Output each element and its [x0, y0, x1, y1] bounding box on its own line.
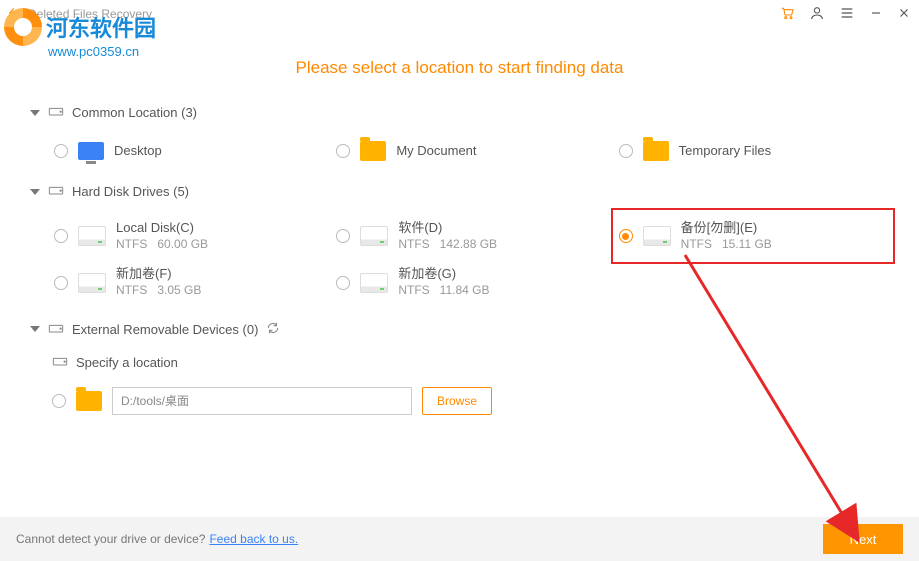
radio-button[interactable]	[619, 229, 633, 243]
item-subtext: NTFS60.00 GB	[116, 237, 208, 253]
refresh-icon[interactable]	[266, 321, 280, 338]
drive-icon	[48, 321, 64, 338]
item-label: 新加卷(F)	[116, 266, 201, 283]
item-subtext: NTFS3.05 GB	[116, 283, 201, 299]
drive-software-d[interactable]: 软件(D) NTFS142.88 GB	[334, 216, 606, 256]
drive-local-disk-c[interactable]: Local Disk(C) NTFS60.00 GB	[52, 216, 324, 256]
drive-icon	[52, 354, 68, 371]
caret-down-icon	[30, 110, 40, 116]
section-label: Common Location (3)	[72, 105, 197, 120]
location-my-document[interactable]: My Document	[334, 137, 606, 165]
item-label: 备份[勿删](E)	[681, 220, 772, 237]
item-label: 新加卷(G)	[398, 266, 489, 283]
radio-button[interactable]	[52, 394, 66, 408]
section-hard-disk-drives[interactable]: Hard Disk Drives (5)	[30, 175, 889, 208]
drive-backup-e[interactable]: 备份[勿删](E) NTFS15.11 GB	[611, 208, 895, 264]
disk-icon	[360, 226, 388, 246]
section-common-location[interactable]: Common Location (3)	[30, 96, 889, 129]
section-external-devices[interactable]: External Removable Devices (0)	[30, 313, 889, 346]
disk-icon	[360, 273, 388, 293]
minimize-icon[interactable]	[869, 6, 883, 23]
radio-button[interactable]	[336, 144, 350, 158]
folder-icon	[76, 391, 102, 411]
radio-button[interactable]	[54, 276, 68, 290]
location-desktop[interactable]: Desktop	[52, 137, 324, 165]
item-label: Local Disk(C)	[116, 220, 208, 237]
window-title: Deleted Files Recovery	[28, 7, 152, 21]
disk-icon	[643, 226, 671, 246]
feedback-link[interactable]: Feed back to us.	[209, 532, 298, 546]
disk-icon	[78, 226, 106, 246]
menu-icon[interactable]	[839, 5, 855, 24]
drive-volume-g[interactable]: 新加卷(G) NTFS11.84 GB	[334, 262, 606, 302]
cart-icon[interactable]	[779, 5, 795, 24]
browse-button[interactable]: Browse	[422, 387, 492, 415]
item-label: Temporary Files	[679, 143, 771, 160]
footer-bar: Cannot detect your drive or device? Feed…	[0, 517, 919, 561]
item-label: Desktop	[114, 143, 162, 160]
item-subtext: NTFS11.84 GB	[398, 283, 489, 299]
caret-down-icon	[30, 189, 40, 195]
close-icon[interactable]	[897, 6, 911, 23]
footer-text: Cannot detect your drive or device?	[16, 532, 205, 546]
folder-icon	[643, 141, 669, 161]
caret-down-icon	[30, 326, 40, 332]
watermark-url: www.pc0359.cn	[48, 44, 156, 59]
radio-button[interactable]	[54, 144, 68, 158]
monitor-icon	[78, 142, 104, 160]
item-label: 软件(D)	[398, 220, 497, 237]
radio-button[interactable]	[619, 144, 633, 158]
item-label: My Document	[396, 143, 476, 160]
titlebar: Deleted Files Recovery	[0, 0, 919, 28]
drive-icon	[48, 183, 64, 200]
path-input[interactable]	[112, 387, 412, 415]
user-icon[interactable]	[809, 5, 825, 24]
item-subtext: NTFS15.11 GB	[681, 237, 772, 253]
item-subtext: NTFS142.88 GB	[398, 237, 497, 253]
section-label: External Removable Devices (0)	[72, 322, 258, 337]
drive-icon	[48, 104, 64, 121]
disk-icon	[78, 273, 106, 293]
folder-icon	[360, 141, 386, 161]
radio-button[interactable]	[336, 276, 350, 290]
drive-volume-f[interactable]: 新加卷(F) NTFS3.05 GB	[52, 262, 324, 302]
radio-button[interactable]	[336, 229, 350, 243]
section-label: Hard Disk Drives (5)	[72, 184, 189, 199]
section-specify-location: Specify a location	[30, 346, 889, 379]
back-icon[interactable]	[8, 6, 22, 23]
location-temp-files[interactable]: Temporary Files	[617, 137, 889, 165]
page-headline: Please select a location to start findin…	[0, 58, 919, 78]
next-button[interactable]: Next	[823, 524, 903, 554]
section-label: Specify a location	[76, 355, 178, 370]
radio-button[interactable]	[54, 229, 68, 243]
main-content: Common Location (3) Desktop My Document …	[0, 96, 919, 415]
